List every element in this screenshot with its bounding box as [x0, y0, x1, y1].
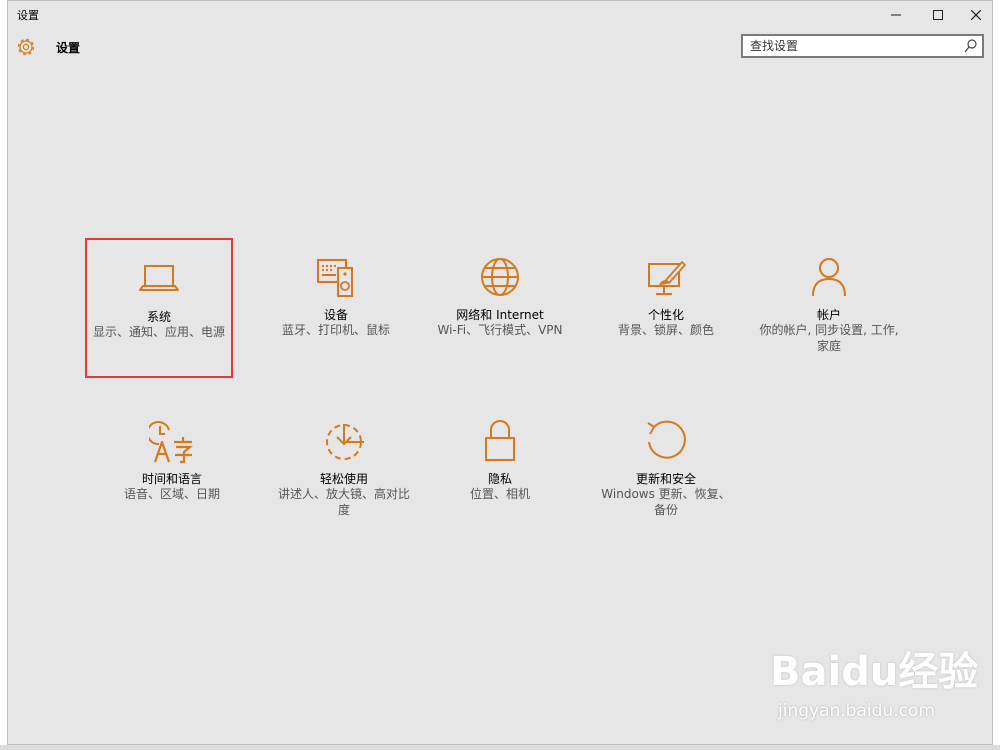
tile-description: 显示、通知、应用、电源 [92, 325, 225, 339]
maximize-icon [933, 10, 943, 20]
update-icon [647, 420, 686, 459]
personalize-icon [648, 261, 686, 295]
search-box[interactable] [741, 34, 984, 58]
baidu-watermark: Baidu经验 jingyan.baidu.com [770, 639, 980, 731]
title-bar[interactable]: 设置 [8, 1, 992, 29]
person-icon [812, 258, 846, 297]
tile-name: 系统 [146, 310, 171, 324]
page-title: 设置 [56, 41, 81, 55]
tile-devices[interactable]: 设备 蓝牙、打印机、鼠标 [262, 238, 410, 378]
laptop-icon [139, 265, 179, 291]
tile-system[interactable]: 系统 显示、通知、应用、电源 [85, 238, 233, 378]
background-right-edge [993, 0, 1000, 750]
window-title: 设置 [17, 9, 39, 22]
tile-name: 更新和安全 [635, 472, 696, 486]
tile-description: Windows 更新、恢复、备份 [601, 487, 731, 517]
tile-network[interactable]: 网络和 Internet Wi-Fi、飞行模式、VPN [426, 238, 574, 378]
tile-description: 蓝牙、打印机、鼠标 [281, 323, 390, 337]
watermark-logo: Baidu经验 [770, 649, 979, 695]
devices-icon [317, 259, 353, 297]
watermark-url: jingyan.baidu.com [778, 701, 935, 721]
tile-name: 轻松使用 [319, 472, 368, 486]
tile-update-security[interactable]: 更新和安全 Windows 更新、恢复、备份 [592, 404, 740, 544]
minimize-icon [891, 14, 901, 16]
tile-ease-of-access[interactable]: 轻松使用 讲述人、放大镜、高对比度 [270, 404, 418, 544]
minimize-button[interactable] [878, 1, 914, 29]
tile-name: 时间和语言 [141, 472, 202, 486]
tile-name: 设备 [323, 308, 348, 322]
tile-name: 帐户 [816, 308, 841, 322]
close-icon [971, 10, 981, 20]
time-language-icon [149, 421, 194, 464]
tile-accounts[interactable]: 帐户 你的帐户, 同步设置, 工作, 家庭 [755, 238, 903, 378]
close-button[interactable] [958, 1, 994, 29]
tile-description: Wi-Fi、飞行模式、VPN [437, 323, 563, 337]
tile-name: 个性化 [647, 308, 684, 322]
ease-of-access-icon [326, 424, 364, 460]
background-left-edge [0, 0, 7, 750]
gear-icon [17, 38, 35, 56]
search-icon[interactable] [964, 38, 978, 54]
background-bottom-strip [0, 745, 1000, 750]
tile-description: 你的帐户, 同步设置, 工作, 家庭 [759, 323, 899, 353]
tile-name: 网络和 Internet [456, 308, 544, 322]
tile-personalization[interactable]: 个性化 背景、锁屏、颜色 [592, 238, 740, 378]
settings-window: 设置 设置 系统 显示、通知、 [7, 0, 993, 745]
tile-description: 语音、区域、日期 [123, 487, 220, 501]
tile-time-language[interactable]: 时间和语言 语音、区域、日期 [98, 404, 246, 544]
settings-header: 设置 [8, 29, 992, 69]
lock-icon [485, 420, 515, 461]
tile-description: 位置、相机 [469, 487, 530, 501]
globe-icon [481, 258, 519, 296]
tile-description: 背景、锁屏、颜色 [617, 323, 714, 337]
maximize-button[interactable] [920, 1, 956, 29]
tile-name: 隐私 [487, 472, 512, 486]
tile-description: 讲述人、放大镜、高对比度 [277, 487, 410, 517]
tile-privacy[interactable]: 隐私 位置、相机 [426, 404, 574, 544]
search-input[interactable] [743, 36, 960, 56]
